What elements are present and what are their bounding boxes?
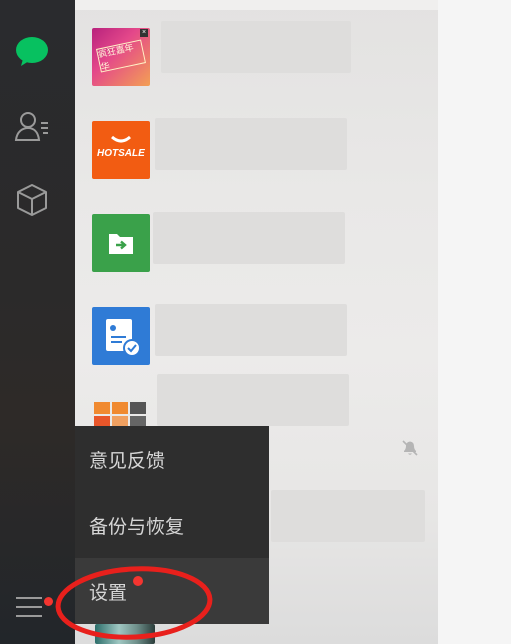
chat-name-placeholder xyxy=(271,490,425,542)
close-icon: × xyxy=(140,29,148,37)
hotsale-logo-avatar: HOTSALE xyxy=(92,121,150,179)
chat-name-placeholder xyxy=(157,374,349,426)
chat-name-placeholder xyxy=(155,304,347,356)
contacts-icon[interactable] xyxy=(12,106,52,146)
menu-badge-dot xyxy=(44,597,53,606)
list-item[interactable] xyxy=(75,298,438,372)
list-item[interactable]: 疯狂嘉年华 × xyxy=(75,19,438,93)
chat-detail-pane xyxy=(438,0,511,644)
chat-bubble-icon[interactable] xyxy=(12,32,52,72)
chat-name-placeholder xyxy=(155,118,347,170)
menu-item-label: 备份与恢复 xyxy=(89,515,185,538)
cube-icon[interactable] xyxy=(12,180,52,220)
chat-name-placeholder xyxy=(161,21,351,73)
menu-item-label: 意见反馈 xyxy=(89,449,166,472)
promo-banner-avatar: 疯狂嘉年华 × xyxy=(92,28,150,86)
menu-item-backup-restore[interactable]: 备份与恢复 xyxy=(75,492,269,558)
extra-chat-avatar xyxy=(95,624,155,644)
hamburger-icon[interactable] xyxy=(16,597,44,619)
list-item[interactable] xyxy=(75,205,438,279)
menu-item-settings[interactable]: 设置 xyxy=(75,558,269,624)
menu-item-feedback[interactable]: 意见反馈 xyxy=(75,426,269,492)
settings-popup-menu: 意见反馈 备份与恢复 设置 xyxy=(75,426,269,624)
document-check-avatar xyxy=(92,307,150,365)
avatar-caption: 疯狂嘉年华 xyxy=(97,43,135,74)
settings-badge-dot xyxy=(133,576,143,586)
nav-rail xyxy=(0,0,75,644)
list-item[interactable]: HOTSALE xyxy=(75,112,438,186)
mute-bell-icon xyxy=(400,438,420,458)
chat-name-placeholder xyxy=(153,212,345,264)
avatar-caption: HOTSALE xyxy=(97,148,145,159)
menu-item-label: 设置 xyxy=(89,581,128,604)
file-transfer-avatar xyxy=(92,214,150,272)
